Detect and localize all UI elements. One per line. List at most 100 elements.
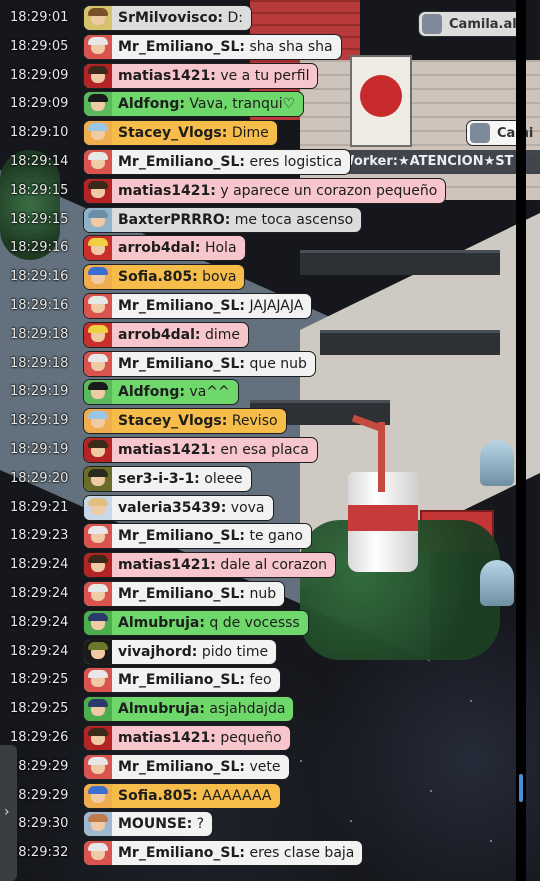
message-username[interactable]: Stacey_Vlogs: [118,413,227,429]
message-username[interactable]: Almubruja: [118,615,205,631]
message-username[interactable]: Aldfong: [118,384,185,400]
message-username[interactable]: Mr_Emiliano_SL: [118,586,245,602]
message-username[interactable]: matias1421: [118,730,216,746]
chat-bubble[interactable]: Stacey_Vlogs: Dime [83,120,278,147]
message-username[interactable]: SrMilvovisco: [118,10,223,26]
user-avatar-icon[interactable] [84,294,112,318]
chevron-right-icon[interactable]: › [4,804,10,820]
message-text: AAAAAAA [202,787,272,804]
message-username[interactable]: Stacey_Vlogs: [118,125,227,141]
user-avatar-icon[interactable] [84,812,112,837]
message-username[interactable]: BaxterPRRRO: [118,212,230,228]
chat-bubble[interactable]: Almubruja: asjahdajda [83,696,295,723]
user-avatar-icon[interactable] [84,351,112,376]
user-avatar-icon[interactable] [84,265,112,290]
chat-bubble[interactable]: Sofia.805: bova [83,264,246,291]
chat-bubble[interactable]: Mr_Emiliano_SL: eres clase baja [83,840,364,867]
chat-bubble[interactable]: arrob4dal: dime [83,321,249,348]
message-username[interactable]: Mr_Emiliano_SL: [118,759,245,775]
user-avatar-icon[interactable] [84,610,112,635]
chat-bubble[interactable]: Mr_Emiliano_SL: eres logistica [83,149,352,175]
chat-bubble[interactable]: ser3-i-3-1: oleee [83,465,252,492]
user-avatar-icon[interactable] [84,150,112,174]
chat-bubble[interactable]: BaxterPRRRO: me toca ascenso [83,206,363,233]
user-avatar-icon[interactable] [84,6,112,30]
message-text: D: [227,10,244,26]
user-avatar-icon[interactable] [84,841,112,866]
message-username[interactable]: arrob4dal: [118,240,201,256]
chat-bubble[interactable]: vivajhord: pido time [83,638,278,665]
message-timestamp: 18:29:01 [10,10,69,25]
user-avatar-icon[interactable] [84,236,112,261]
user-avatar-icon[interactable] [84,668,112,693]
user-avatar-icon[interactable] [84,783,112,808]
chat-bubble[interactable]: Mr_Emiliano_SL: que nub [83,350,316,377]
chat-bubble[interactable]: SrMilvovisco: D: [83,5,252,31]
message-username[interactable]: Mr_Emiliano_SL: [118,39,245,55]
user-avatar-icon[interactable] [84,438,112,462]
message-text: Vava, tranqui♡ [189,96,296,113]
message-username[interactable]: MOUNSE: [118,816,192,832]
user-avatar-icon[interactable] [84,639,112,664]
user-avatar-icon[interactable] [84,207,112,232]
user-avatar-icon[interactable] [84,34,112,59]
chat-bubble[interactable]: arrob4dal: Hola [83,235,246,262]
user-avatar-icon[interactable] [84,524,112,549]
user-avatar-icon[interactable] [84,409,112,434]
message-username[interactable]: Mr_Emiliano_SL: [118,298,245,314]
message-username[interactable]: vivajhord: [118,644,197,660]
message-text: bova [202,269,237,286]
user-avatar-icon[interactable] [84,380,112,405]
message-username[interactable]: arrob4dal: [118,327,201,343]
chat-bubble[interactable]: matias1421: pequeño [83,725,291,751]
message-timestamp: 18:29:15 [10,211,69,227]
message-username[interactable]: matias1421: [118,442,216,458]
message-username[interactable]: matias1421: [118,68,216,84]
message-username[interactable]: Aldfong: [118,96,185,112]
message-username[interactable]: matias1421: [118,557,216,573]
chat-bubble[interactable]: Mr_Emiliano_SL: sha sha sha [83,33,342,60]
message-username[interactable]: Sofia.805: [118,269,198,285]
user-avatar-icon[interactable] [84,582,112,606]
message-timestamp: 18:29:21 [10,499,69,515]
user-avatar-icon[interactable] [84,63,112,88]
message-username[interactable]: Mr_Emiliano_SL: [118,154,245,170]
message-username[interactable]: ser3-i-3-1: [118,471,200,487]
user-avatar-icon[interactable] [84,726,112,750]
chat-bubble[interactable]: Aldfong: va^^ [83,379,239,406]
user-avatar-icon[interactable] [84,466,112,491]
message-username[interactable]: Mr_Emiliano_SL: [118,356,245,372]
chat-bubble[interactable]: Stacey_Vlogs: Reviso [83,408,287,435]
message-username[interactable]: Mr_Emiliano_SL: [118,845,245,861]
chat-bubble[interactable]: Aldfong: Vava, tranqui♡ [83,91,305,118]
user-avatar-icon[interactable] [84,697,112,722]
message-username[interactable]: Sofia.805: [118,788,198,804]
chat-bubble[interactable]: Mr_Emiliano_SL: nub [83,581,286,607]
chat-bubble[interactable]: matias1421: y aparece un corazon pequeño [83,177,447,204]
message-username[interactable]: valeria35439: [118,500,226,516]
chat-bubble[interactable]: matias1421: dale al corazon [83,552,337,579]
chat-bubble[interactable]: matias1421: en esa placa [83,437,318,463]
user-avatar-icon[interactable] [84,495,112,520]
message-text: dale al corazon [220,557,328,574]
message-username[interactable]: matias1421: [118,183,216,199]
user-avatar-icon[interactable] [84,322,112,347]
user-avatar-icon[interactable] [84,178,112,203]
user-avatar-icon[interactable] [84,92,112,117]
user-avatar-icon[interactable] [84,553,112,578]
message-username[interactable]: Almubruja: [118,701,205,717]
chat-bubble[interactable]: valeria35439: vova [83,494,274,521]
chat-bubble[interactable]: Mr_Emiliano_SL: feo [83,667,281,694]
chat-bubble[interactable]: Sofia.805: AAAAAAA [83,782,281,809]
message-username[interactable]: Mr_Emiliano_SL: [118,672,245,688]
message-text: eres logistica [249,154,343,170]
chat-bubble[interactable]: Mr_Emiliano_SL: te gano [83,523,312,550]
chat-bubble[interactable]: matias1421: ve a tu perfil [83,62,319,89]
message-username[interactable]: Mr_Emiliano_SL: [118,528,245,544]
user-avatar-icon[interactable] [84,121,112,146]
chat-bubble[interactable]: Mr_Emiliano_SL: vete [83,753,290,780]
chat-bubble[interactable]: Mr_Emiliano_SL: JAJAJAJA [83,293,313,319]
chat-bubble[interactable]: MOUNSE: ? [83,811,214,838]
user-avatar-icon[interactable] [84,754,112,779]
chat-bubble[interactable]: Almubruja: q de vocesss [83,609,309,636]
